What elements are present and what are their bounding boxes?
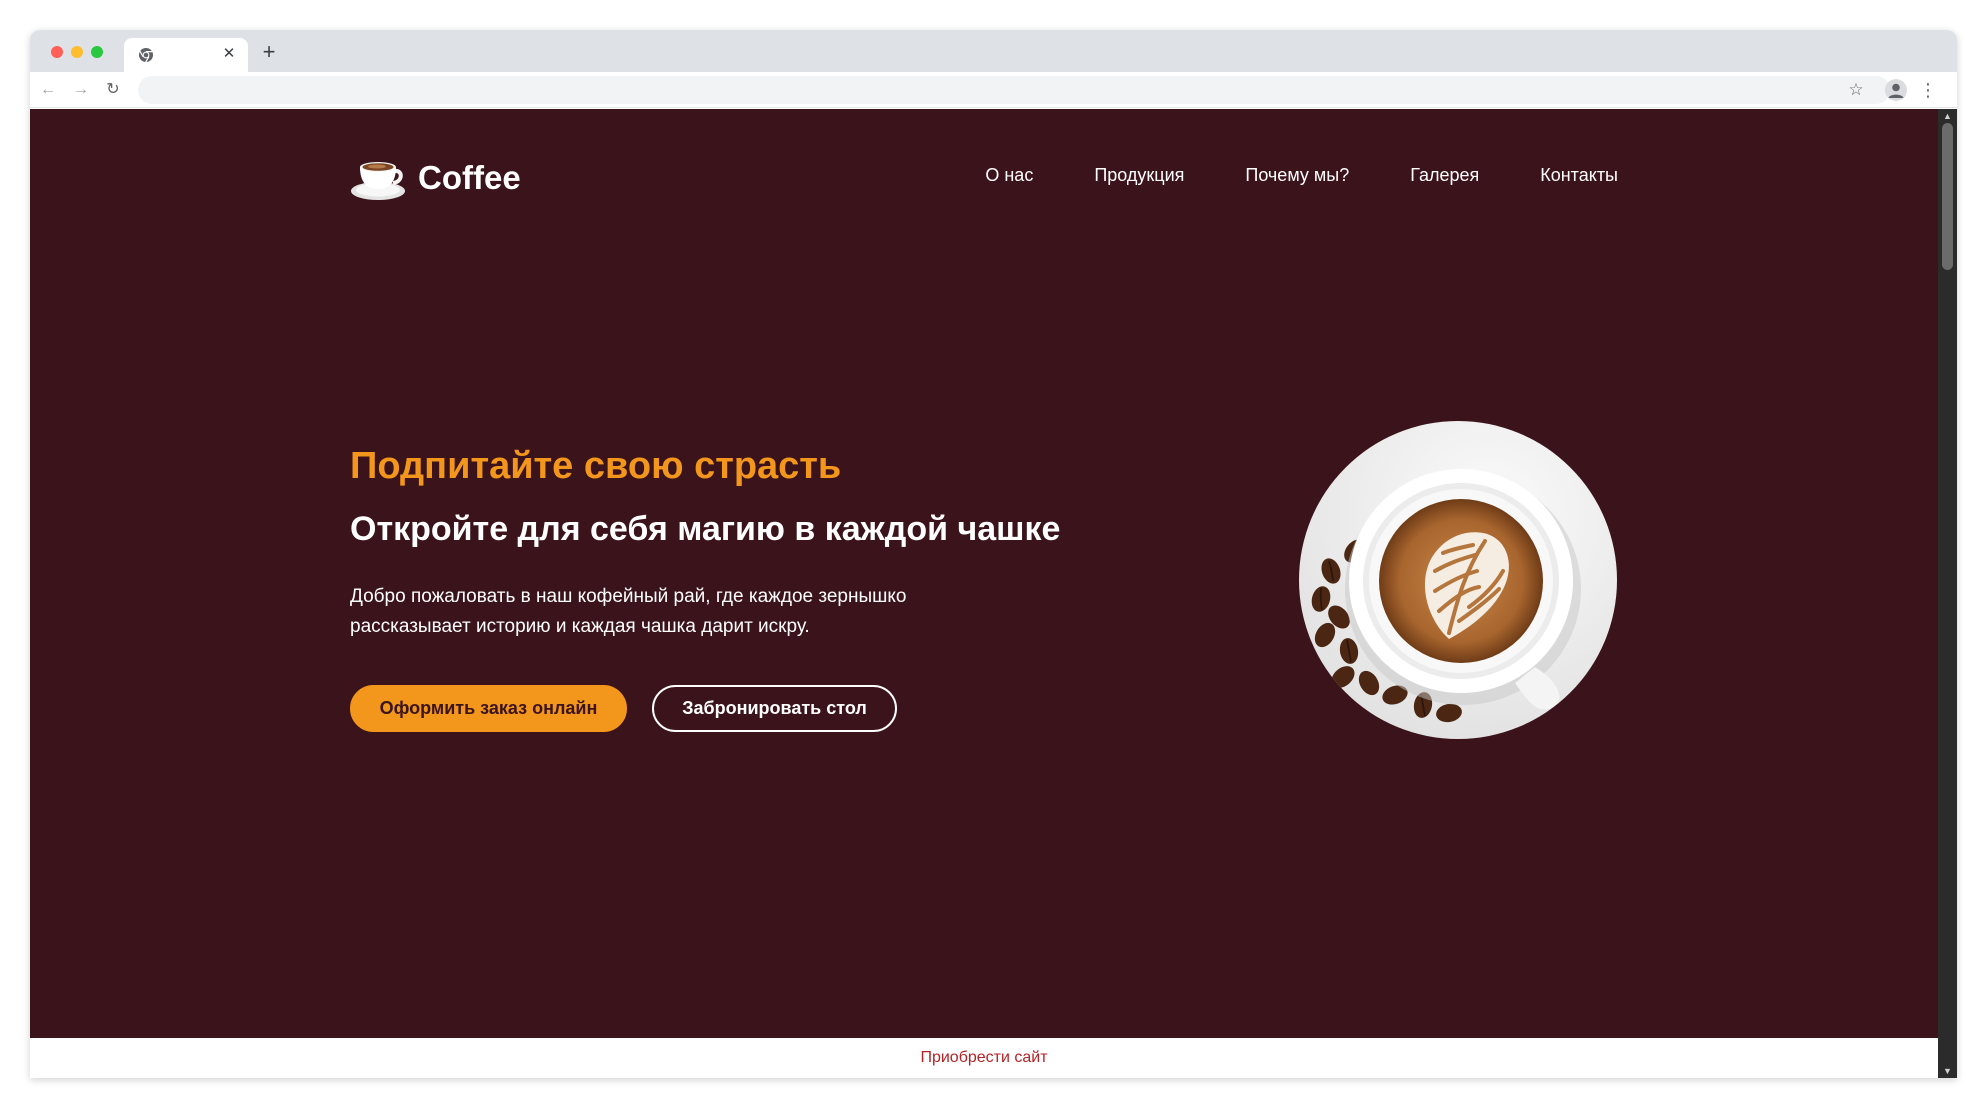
nav-link-why-us[interactable]: Почему мы? <box>1245 165 1349 186</box>
browser-window: ✕ + ← → ↻ ☆ ⋮ Coffee О нас Продукция Поч… <box>30 30 1957 1078</box>
footer-bar: Приобрести сайт <box>30 1038 1938 1078</box>
hero-description: Добро пожаловать в наш кофейный рай, где… <box>350 586 907 637</box>
profile-button[interactable] <box>1885 79 1907 101</box>
tab-strip: ✕ + <box>30 30 1957 72</box>
hero-section: Coffee О нас Продукция Почему мы? Галере… <box>30 109 1938 1038</box>
book-table-button[interactable]: Забронировать стол <box>652 685 897 732</box>
browser-toolbar: ← → ↻ ☆ ⋮ <box>30 72 1957 108</box>
maximize-window-button[interactable] <box>91 46 103 58</box>
forward-button[interactable]: → <box>71 80 91 100</box>
web-page: Coffee О нас Продукция Почему мы? Галере… <box>30 109 1938 1078</box>
nav-link-products[interactable]: Продукция <box>1094 165 1184 186</box>
reload-button[interactable]: ↻ <box>103 80 123 100</box>
scroll-up-arrow-icon[interactable]: ▲ <box>1938 109 1957 123</box>
address-bar[interactable] <box>138 76 1890 104</box>
new-tab-button[interactable]: + <box>258 41 280 64</box>
order-online-button[interactable]: Оформить заказ онлайн <box>350 685 627 732</box>
scrollbar-thumb[interactable] <box>1942 123 1953 270</box>
hero-title: Откройте для себя магию в каждой чашке <box>350 510 1061 548</box>
browser-tab[interactable]: ✕ <box>124 38 248 72</box>
person-icon <box>1888 83 1904 98</box>
vertical-scrollbar[interactable]: ▲ ▼ <box>1938 109 1957 1078</box>
site-logo[interactable]: Coffee <box>350 153 521 203</box>
browser-menu-button[interactable]: ⋮ <box>1918 76 1938 104</box>
main-nav: О нас Продукция Почему мы? Галерея Конта… <box>985 165 1618 186</box>
logo-text: Coffee <box>418 159 521 196</box>
coffee-cup-icon <box>351 162 405 200</box>
chrome-icon <box>139 48 153 63</box>
latte-art-coffee-cup-image <box>1299 421 1617 739</box>
bookmark-star-icon[interactable]: ☆ <box>1842 76 1870 104</box>
page-viewport: Coffee О нас Продукция Почему мы? Галере… <box>30 109 1957 1078</box>
back-button[interactable]: ← <box>38 80 58 100</box>
close-window-button[interactable] <box>51 46 63 58</box>
hero-subtitle: Подпитайте свою страсть <box>350 445 842 487</box>
tab-close-button[interactable]: ✕ <box>220 45 238 63</box>
buy-site-link[interactable]: Приобрести сайт <box>920 1049 1047 1066</box>
minimize-window-button[interactable] <box>71 46 83 58</box>
nav-link-about[interactable]: О нас <box>985 165 1033 186</box>
nav-link-contacts[interactable]: Контакты <box>1540 165 1618 186</box>
nav-link-gallery[interactable]: Галерея <box>1410 165 1479 186</box>
scroll-down-arrow-icon[interactable]: ▼ <box>1938 1064 1957 1078</box>
